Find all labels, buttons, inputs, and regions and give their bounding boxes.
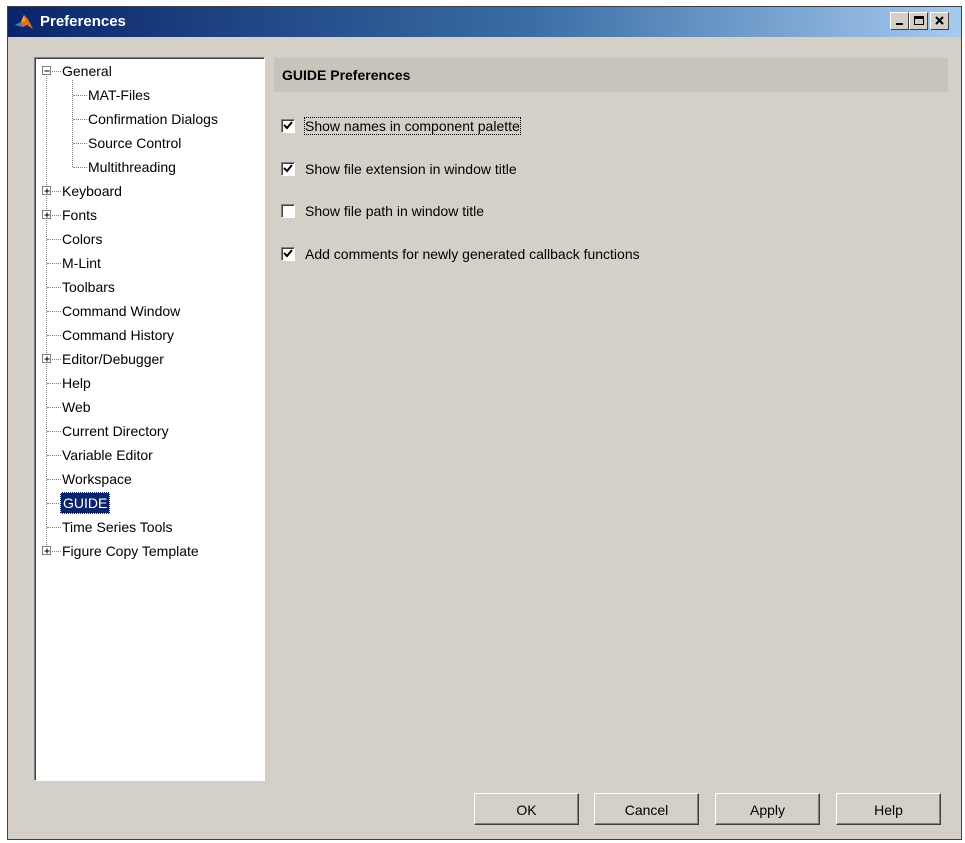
option-checkbox[interactable]	[281, 162, 295, 176]
tree-guide-line	[47, 383, 61, 384]
tree-guide-line	[47, 335, 61, 336]
tree-item-label: Toolbars	[62, 279, 115, 295]
tree-guide-line	[47, 479, 61, 480]
expand-icon[interactable]	[42, 186, 51, 195]
tree-item-label: Command Window	[62, 303, 181, 319]
tree-guide-line	[47, 311, 61, 312]
expand-icon[interactable]	[42, 354, 51, 363]
tree-item-label: Multithreading	[88, 159, 176, 175]
tree-item-label: Web	[62, 399, 91, 415]
tree-item[interactable]: Fonts	[35, 204, 263, 226]
minimize-icon	[896, 23, 903, 25]
tree-item-label: Editor/Debugger	[62, 351, 164, 367]
minimize-button[interactable]	[890, 12, 909, 30]
expand-icon[interactable]	[42, 546, 51, 555]
tree-item[interactable]: Source Control	[35, 132, 263, 154]
expand-icon[interactable]	[42, 210, 51, 219]
tree-guide-line	[47, 407, 61, 408]
option-row[interactable]: Show file path in window title	[281, 203, 881, 223]
option-label: Show file extension in window title	[305, 161, 517, 177]
tree-item[interactable]: Keyboard	[35, 180, 263, 202]
close-button[interactable]	[930, 12, 949, 30]
tree-guide-line	[73, 119, 87, 120]
option-label: Show names in component palette	[304, 117, 521, 135]
tree-item-label: Figure Copy Template	[62, 543, 199, 559]
maximize-icon	[914, 16, 924, 25]
tree-item-label: Current Directory	[62, 423, 169, 439]
option-label: Show file path in window title	[305, 203, 484, 219]
tree-item[interactable]: Time Series Tools	[35, 516, 263, 538]
tree-item[interactable]: Current Directory	[35, 420, 263, 442]
tree-guide-line	[73, 95, 87, 96]
tree-guide-line	[47, 239, 61, 240]
close-icon	[935, 16, 944, 25]
tree-guide-line	[73, 143, 87, 144]
collapse-icon[interactable]	[42, 66, 51, 75]
help-button[interactable]: Help	[836, 793, 941, 825]
tree-item[interactable]: Multithreading	[35, 156, 263, 178]
tree-item-label: Help	[62, 375, 91, 391]
option-checkbox[interactable]	[281, 204, 295, 218]
option-label: Add comments for newly generated callbac…	[305, 246, 640, 262]
tree-item[interactable]: Command History	[35, 324, 263, 346]
tree-item-label: Time Series Tools	[62, 519, 173, 535]
tree-guide-line	[47, 263, 61, 264]
tree-guide-line	[47, 455, 61, 456]
tree-item-label: Command History	[62, 327, 175, 343]
panel-header: GUIDE Preferences	[274, 58, 948, 92]
option-checkbox[interactable]	[281, 247, 295, 261]
preferences-window: Preferences General MAT-Files Confirmation…	[7, 6, 962, 840]
tree-item-label: Colors	[62, 231, 103, 247]
option-row[interactable]: Show names in component palette	[281, 117, 881, 138]
tree-item-label: GUIDE	[60, 492, 111, 514]
window-title: Preferences	[40, 13, 126, 30]
tree-item-label: Confirmation Dialogs	[88, 111, 218, 127]
tree-item-label: Workspace	[62, 471, 132, 487]
tree-item-label: Source Control	[88, 135, 182, 151]
checkmark-icon	[283, 164, 293, 173]
tree-item-label: MAT-Files	[88, 87, 150, 103]
tree-item[interactable]: Colors	[35, 228, 263, 250]
tree-item-label: Keyboard	[62, 183, 122, 199]
tree-guide-line	[73, 167, 87, 168]
tree-item[interactable]: Command Window	[35, 300, 263, 322]
panel-title: GUIDE Preferences	[282, 67, 411, 83]
tree-item-label: M-Lint	[62, 255, 101, 271]
tree-item[interactable]: Help	[35, 372, 263, 394]
tree-item[interactable]: MAT-Files	[35, 84, 263, 106]
tree-guide-line	[47, 503, 61, 504]
option-checkbox[interactable]	[281, 119, 295, 133]
tree-item-label: Fonts	[62, 207, 98, 223]
ok-button[interactable]: OK	[474, 793, 579, 825]
preferences-tree[interactable]: General MAT-Files Confirmation Dialogs Sour…	[34, 57, 265, 781]
tree-item-label: General	[62, 63, 112, 79]
option-row[interactable]: Show file extension in window title	[281, 161, 881, 181]
tree-item[interactable]: Variable Editor	[35, 444, 263, 466]
tree-guide-line	[47, 431, 61, 432]
checkmark-icon	[283, 249, 293, 258]
maximize-button[interactable]	[909, 12, 928, 30]
tree-item[interactable]: GUIDE	[35, 492, 263, 514]
checkmark-icon	[283, 121, 293, 130]
apply-button[interactable]: Apply	[715, 793, 820, 825]
tree-item-label: Variable Editor	[62, 447, 153, 463]
tree-item[interactable]: General	[35, 60, 263, 82]
tree-item[interactable]: Confirmation Dialogs	[35, 108, 263, 130]
tree-item[interactable]: Figure Copy Template	[35, 540, 263, 562]
tree-guide-line	[47, 287, 61, 288]
tree-item[interactable]: Toolbars	[35, 276, 263, 298]
tree-item[interactable]: Editor/Debugger	[35, 348, 263, 370]
tree-item[interactable]: M-Lint	[35, 252, 263, 274]
matlab-logo-icon	[14, 13, 34, 31]
tree-item[interactable]: Web	[35, 396, 263, 418]
title-bar[interactable]: Preferences	[8, 7, 961, 37]
cancel-button[interactable]: Cancel	[594, 793, 699, 825]
tree-guide-line	[47, 527, 61, 528]
option-row[interactable]: Add comments for newly generated callbac…	[281, 246, 881, 266]
tree-item[interactable]: Workspace	[35, 468, 263, 490]
